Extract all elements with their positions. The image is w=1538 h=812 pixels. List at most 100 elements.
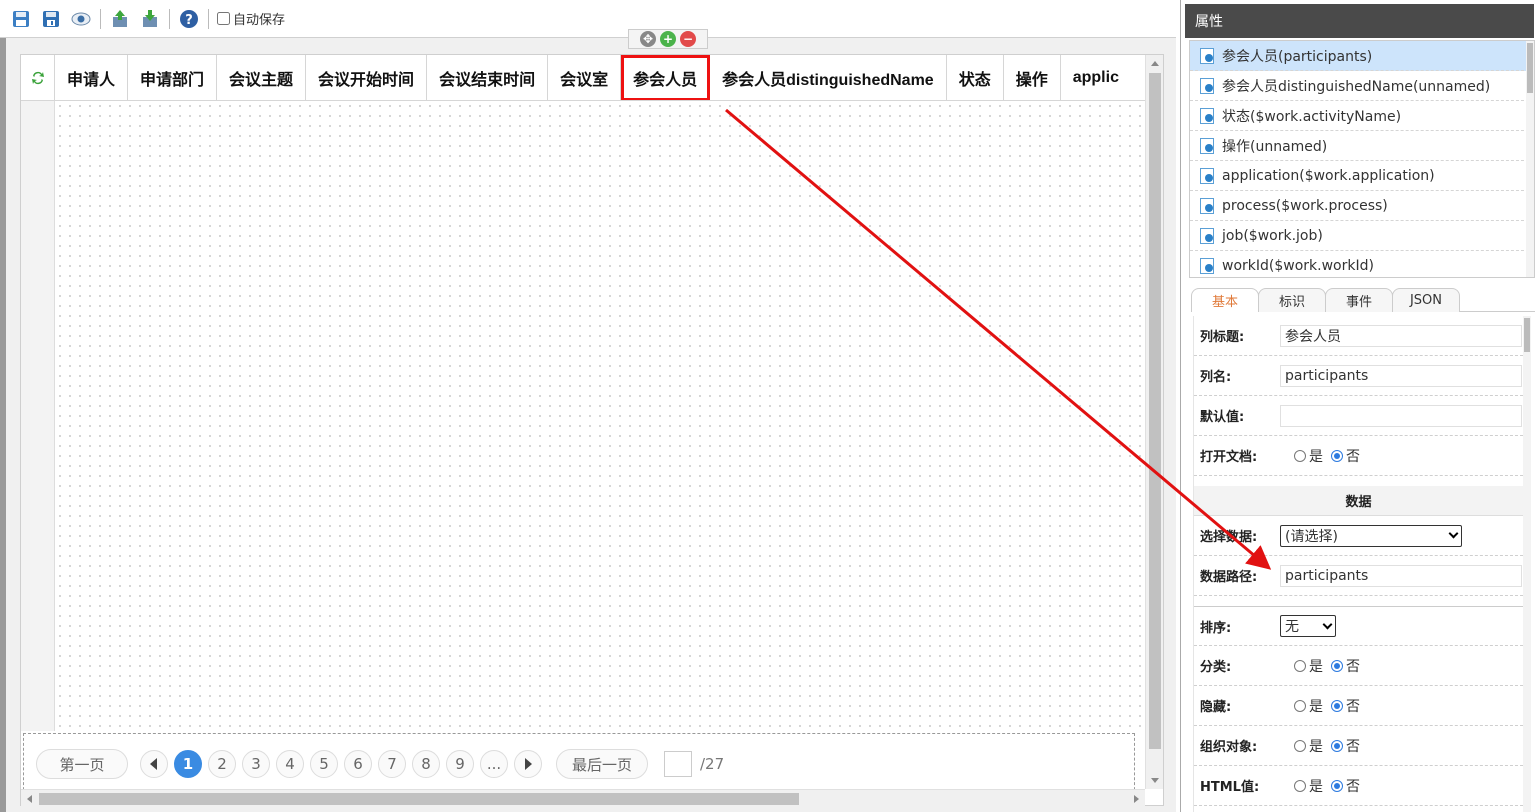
radio-no[interactable]: [1331, 659, 1343, 672]
autosave-checkbox-input[interactable]: [217, 12, 230, 25]
page-number[interactable]: 8: [412, 750, 440, 778]
radio-yes[interactable]: [1294, 779, 1306, 792]
vertical-scrollbar[interactable]: [1145, 55, 1163, 789]
tree-item[interactable]: workId($work.workId): [1190, 251, 1534, 277]
tree-item[interactable]: 参会人员distinguishedName(unnamed): [1190, 71, 1534, 101]
tab-basic[interactable]: 基本: [1191, 288, 1259, 312]
move-icon[interactable]: ✥: [640, 31, 656, 47]
prop-label: 列名:: [1200, 370, 1232, 385]
save-as-icon[interactable]: [40, 8, 62, 30]
scroll-down-icon[interactable]: [1151, 778, 1159, 783]
column-header-selected[interactable]: 参会人员: [621, 55, 711, 100]
page-number[interactable]: 1: [174, 750, 202, 778]
horizontal-scrollbar[interactable]: [21, 789, 1145, 807]
column-header[interactable]: 申请人: [55, 55, 129, 100]
add-column-icon[interactable]: +: [660, 31, 676, 47]
radio-no[interactable]: [1331, 699, 1343, 712]
page-number[interactable]: 6: [344, 750, 372, 778]
tree-item[interactable]: application($work.application): [1190, 161, 1534, 191]
tab-identity[interactable]: 标识: [1258, 288, 1326, 312]
prop-label: 分类:: [1200, 660, 1232, 675]
last-page-button[interactable]: 最后一页: [556, 749, 648, 779]
column-header[interactable]: 参会人员distinguishedName: [710, 55, 947, 100]
tree-item-label: workId($work.workId): [1222, 257, 1374, 274]
page-number[interactable]: 5: [310, 750, 338, 778]
preview-icon[interactable]: [70, 8, 92, 30]
tree-item[interactable]: job($work.job): [1190, 221, 1534, 251]
prop-row-select-data: 选择数据: (请选择): [1194, 516, 1523, 556]
radio-yes[interactable]: [1294, 699, 1306, 712]
column-tools: ✥ + −: [628, 29, 708, 49]
page-ellipsis[interactable]: ...: [480, 750, 508, 778]
chevron-down-icon: [1448, 528, 1459, 539]
scroll-up-icon[interactable]: [1151, 61, 1159, 66]
tree-item[interactable]: process($work.process): [1190, 191, 1534, 221]
default-value-input[interactable]: [1280, 404, 1522, 427]
column-title-input[interactable]: 参会人员: [1280, 324, 1522, 347]
scroll-right-icon[interactable]: [1134, 795, 1139, 803]
data-path-input[interactable]: participants: [1280, 564, 1522, 587]
radio-yes[interactable]: [1294, 659, 1306, 672]
select-value: (请选择): [1285, 528, 1338, 545]
radio-label: 是: [1309, 778, 1323, 795]
prop-row-category: 分类: 是 否: [1194, 646, 1523, 686]
tab-events[interactable]: 事件: [1325, 288, 1393, 312]
page-number[interactable]: 7: [378, 750, 406, 778]
radio-yes[interactable]: [1294, 739, 1306, 752]
properties-title: 属性: [1185, 4, 1534, 38]
prop-label: 隐藏:: [1200, 700, 1232, 715]
category-radio-group: 是 否: [1286, 656, 1360, 676]
radio-no[interactable]: [1331, 779, 1343, 792]
column-header[interactable]: 会议主题: [217, 55, 307, 100]
property-scrollbar[interactable]: [1523, 316, 1531, 812]
tree-item-label: job($work.job): [1222, 227, 1323, 244]
row-gutter: [21, 101, 55, 731]
scroll-thumb[interactable]: [39, 793, 799, 805]
scroll-thumb[interactable]: [1527, 43, 1533, 93]
column-header[interactable]: 会议室: [548, 55, 622, 100]
tree-item[interactable]: 操作(unnamed): [1190, 131, 1534, 161]
tree-scrollbar[interactable]: [1526, 41, 1534, 277]
first-page-button[interactable]: 第一页: [36, 749, 128, 779]
page-number[interactable]: 2: [208, 750, 236, 778]
page-number[interactable]: 4: [276, 750, 304, 778]
page-number[interactable]: 3: [242, 750, 270, 778]
prop-row-column-title: 列标题: 参会人员: [1194, 316, 1523, 356]
scroll-thumb[interactable]: [1149, 73, 1161, 749]
save-icon[interactable]: [10, 8, 32, 30]
column-header[interactable]: 会议开始时间: [306, 55, 428, 100]
tree-item[interactable]: 参会人员(participants): [1190, 41, 1534, 71]
html-radio-group: 是 否: [1286, 776, 1360, 796]
autosave-checkbox[interactable]: 自动保存: [217, 9, 285, 28]
refresh-icon[interactable]: [21, 55, 55, 100]
delete-column-icon[interactable]: −: [680, 31, 696, 47]
column-header[interactable]: 状态: [947, 55, 1004, 100]
import-icon[interactable]: [109, 8, 131, 30]
chevron-down-icon: [1322, 619, 1333, 629]
radio-yes[interactable]: [1294, 449, 1306, 462]
scroll-left-icon[interactable]: [27, 795, 32, 803]
radio-no[interactable]: [1331, 739, 1343, 752]
scroll-thumb[interactable]: [1524, 318, 1530, 352]
radio-label: 是: [1309, 738, 1323, 755]
radio-no[interactable]: [1331, 449, 1343, 462]
sort-dropdown[interactable]: 无: [1280, 615, 1336, 637]
column-header[interactable]: 操作: [1004, 55, 1061, 100]
tab-json[interactable]: JSON: [1392, 288, 1460, 312]
column-header[interactable]: applic: [1061, 55, 1131, 100]
toolbar-separator: [100, 8, 101, 29]
select-data-dropdown[interactable]: (请选择): [1280, 524, 1462, 547]
page-number[interactable]: 9: [446, 750, 474, 778]
column-header[interactable]: 申请部门: [128, 55, 218, 100]
tree-item-label: process($work.process): [1222, 197, 1388, 214]
prev-page-icon[interactable]: [140, 750, 168, 778]
prop-row-org-object: 组织对象: 是 否: [1194, 726, 1523, 766]
tree-item[interactable]: 状态($work.activityName): [1190, 101, 1534, 131]
next-page-icon[interactable]: [514, 750, 542, 778]
help-icon[interactable]: ?: [178, 8, 200, 30]
column-name-input[interactable]: participants: [1280, 364, 1522, 387]
export-icon[interactable]: [139, 8, 161, 30]
design-canvas: ✥ + − 申请人 申请部门 会议主题 会议开始时间 会议结束时间 会议室 参会…: [0, 29, 1176, 812]
column-header[interactable]: 会议结束时间: [427, 55, 549, 100]
page-jump-input[interactable]: [664, 751, 692, 777]
